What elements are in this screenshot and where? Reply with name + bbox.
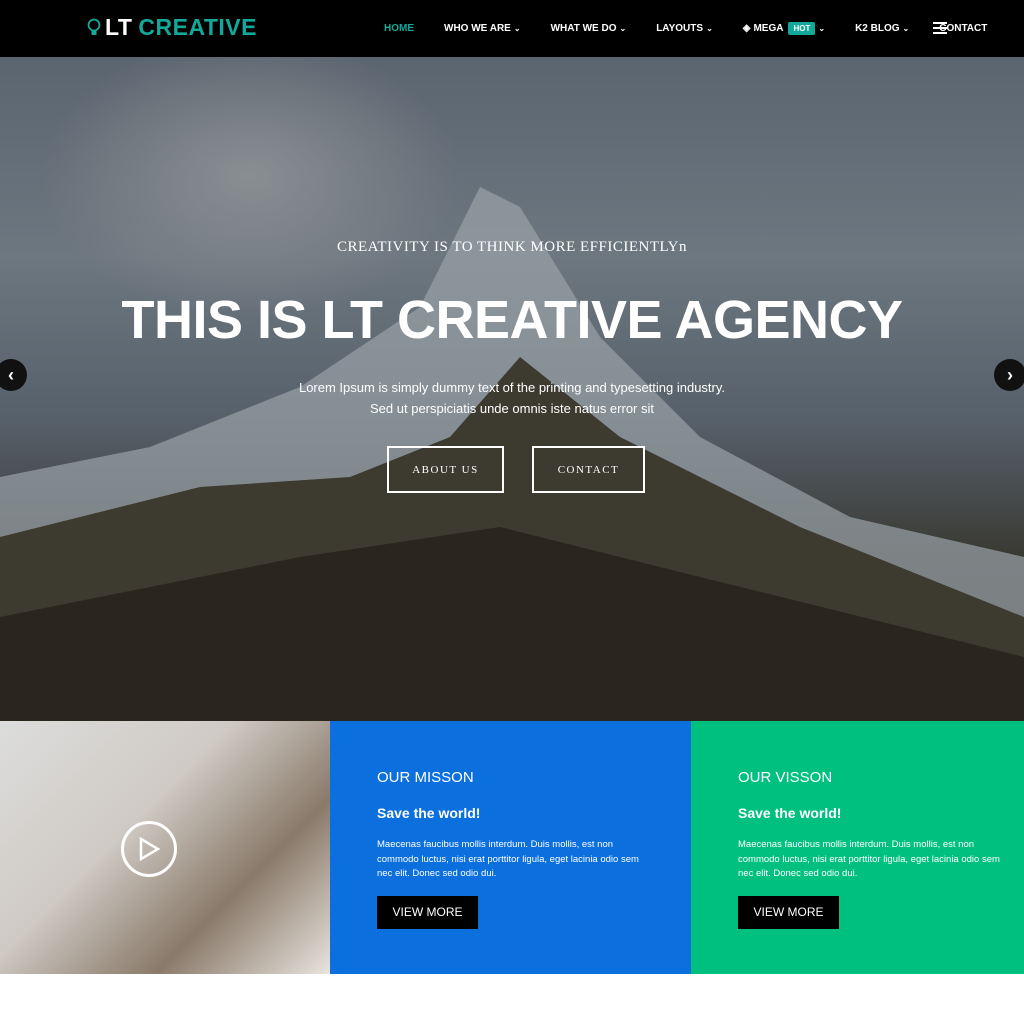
office-photo <box>0 721 330 974</box>
chevron-down-icon: ⌄ <box>902 24 910 33</box>
nav-k2-blog[interactable]: K2 BLOG ⌄ <box>855 23 909 34</box>
nav-mega[interactable]: ◈ MEGA HOT ⌄ <box>743 22 825 35</box>
panel-text: Maecenas faucibus mollis interdum. Duis … <box>738 839 1000 879</box>
play-icon[interactable] <box>121 821 177 877</box>
cube-icon: ◈ <box>742 23 751 34</box>
about-us-button[interactable]: ABOUT US <box>387 446 504 493</box>
nav-label: LAYOUTS <box>656 23 704 34</box>
nav-who-we-are[interactable]: WHO WE ARE ⌄ <box>444 23 521 34</box>
hero-slider: CREATIVITY IS TO THINK MORE EFFICIENTLYn… <box>0 57 1024 721</box>
logo-text: LT <box>105 14 133 40</box>
vision-panel: OUR VISSON Save the world! Maecenas fauc… <box>691 721 1024 974</box>
hot-badge: HOT <box>788 22 816 35</box>
nav-layouts[interactable]: LAYOUTS ⌄ <box>656 23 713 34</box>
main-nav: HOME WHO WE ARE ⌄ WHAT WE DO ⌄ LAYOUTS ⌄ ◈ M… <box>384 0 1017 57</box>
chevron-down-icon: ⌄ <box>706 24 713 33</box>
hero-description: Lorem Ipsum is simply dummy text of the … <box>0 377 1024 419</box>
nav-label: WHAT WE DO <box>550 23 617 34</box>
hero-title: THIS IS LT CREATIVE AGENCY <box>121 290 903 350</box>
view-more-button[interactable]: VIEW MORE <box>377 895 478 929</box>
chevron-down-icon: ⌄ <box>513 24 521 33</box>
logo[interactable]: LT CREATIVE <box>87 14 257 41</box>
view-more-button[interactable]: VIEW MORE <box>738 895 839 929</box>
nav-label: MEGA <box>753 23 784 34</box>
desc-line: Lorem Ipsum is simply dummy text of the … <box>298 380 726 395</box>
chevron-down-icon: ⌄ <box>818 24 826 33</box>
panel-subtitle: Save the world! <box>377 805 481 821</box>
desc-line: Sed ut perspiciatis unde omnis iste natu… <box>370 401 654 416</box>
panel-subtitle: Save the world! <box>738 805 842 821</box>
nav-label: K2 BLOG <box>855 23 900 34</box>
hero-tagline: CREATIVITY IS TO THINK MORE EFFICIENTLYn <box>336 239 688 255</box>
nav-label: HOME <box>384 23 414 34</box>
nav-what-we-do[interactable]: WHAT WE DO ⌄ <box>551 23 627 34</box>
chevron-right-icon[interactable]: › <box>994 359 1024 391</box>
mission-panel: OUR MISSON Save the world! Maecenas fauc… <box>330 721 691 974</box>
logo-accent: CREATIVE <box>138 14 257 40</box>
lightbulb-icon <box>87 18 101 35</box>
header: LT CREATIVE HOME WHO WE ARE ⌄ WHAT WE DO ⌄… <box>0 0 1024 57</box>
panel-title: OUR VISSON <box>738 769 833 786</box>
panel-text: Maecenas faucibus mollis interdum. Duis … <box>377 839 639 879</box>
contact-button[interactable]: CONTACT <box>532 446 645 493</box>
panel-title: OUR MISSON <box>377 769 474 786</box>
nav-home[interactable]: HOME <box>384 23 414 34</box>
chevron-down-icon: ⌄ <box>619 24 627 33</box>
nav-label: WHO WE ARE <box>444 23 511 34</box>
menu-icon[interactable] <box>933 22 947 37</box>
